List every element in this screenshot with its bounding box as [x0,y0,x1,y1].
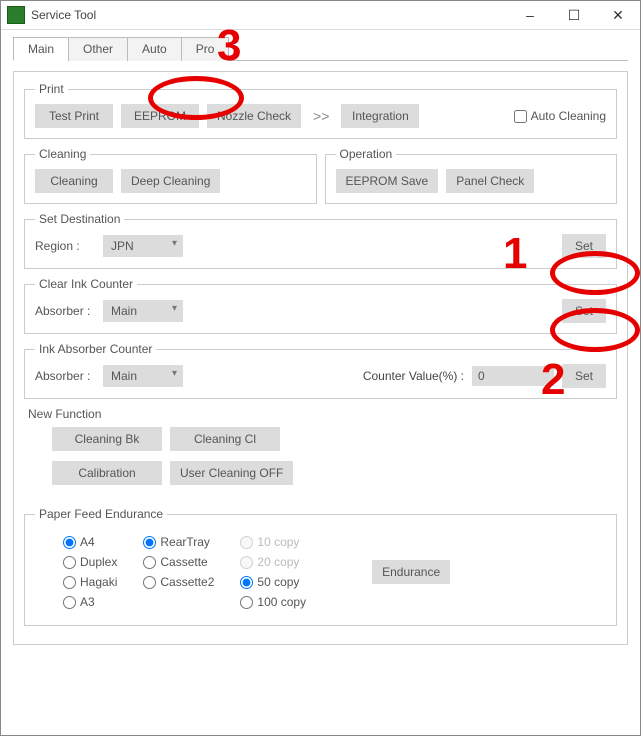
paper-feed-group: Paper Feed Endurance A4 Duplex Hagaki A3… [24,507,617,626]
tab-auto[interactable]: Auto [127,37,182,61]
tab-other[interactable]: Other [68,37,128,61]
print-group: Print Test Print EEPROM Nozzle Check >> … [24,82,617,139]
tray-column: RearTray Cassette Cassette2 [143,535,214,609]
auto-cleaning-input[interactable] [514,110,527,123]
clear-ink-legend: Clear Ink Counter [35,277,137,291]
counter-value-label: Counter Value(%) : [363,369,464,383]
auto-cleaning-label: Auto Cleaning [531,109,606,123]
tab-pro[interactable]: Pro [181,37,230,61]
window-controls: – ☐ ✕ [508,1,640,29]
window-title: Service Tool [31,8,508,22]
arrow-icon: >> [309,108,333,124]
close-button[interactable]: ✕ [596,1,640,29]
auto-cleaning-checkbox[interactable]: Auto Cleaning [514,109,606,123]
set-destination-legend: Set Destination [35,212,124,226]
ink-absorber-select[interactable]: Main [103,365,183,387]
radio-20copy[interactable]: 20 copy [240,555,306,569]
titlebar: Service Tool – ☐ ✕ [1,1,640,30]
radio-50copy[interactable]: 50 copy [240,575,306,589]
copies-column: 10 copy 20 copy 50 copy 100 copy [240,535,306,609]
radio-10copy[interactable]: 10 copy [240,535,306,549]
radio-a3[interactable]: A3 [63,595,117,609]
radio-a4[interactable]: A4 [63,535,117,549]
app-window: Service Tool – ☐ ✕ Main Other Auto Pro P… [0,0,641,736]
panel-check-button[interactable]: Panel Check [446,169,534,193]
cleaning-cl-button[interactable]: Cleaning Cl [170,427,280,451]
tab-main[interactable]: Main [13,37,69,61]
client-area: Main Other Auto Pro Print Test Print EEP… [1,30,640,657]
integration-button[interactable]: Integration [341,104,419,128]
clear-ink-absorber-label: Absorber : [35,304,95,318]
radio-hagaki[interactable]: Hagaki [63,575,117,589]
nozzle-check-button[interactable]: Nozzle Check [207,104,301,128]
calibration-button[interactable]: Calibration [52,461,162,485]
region-label: Region : [35,239,95,253]
new-function-group: New Function Cleaning Bk Cleaning Cl Cal… [24,407,617,499]
ink-absorber-group: Ink Absorber Counter Absorber : Main Cou… [24,342,617,399]
radio-duplex[interactable]: Duplex [63,555,117,569]
tab-strip: Main Other Auto Pro [13,36,628,61]
cleaning-legend: Cleaning [35,147,90,161]
deep-cleaning-button[interactable]: Deep Cleaning [121,169,220,193]
cleaning-button[interactable]: Cleaning [35,169,113,193]
counter-value-input[interactable] [472,366,554,386]
set-destination-set-button[interactable]: Set [562,234,606,258]
user-cleaning-off-button[interactable]: User Cleaning OFF [170,461,293,485]
app-icon [7,6,25,24]
eeprom-button[interactable]: EEPROM [121,104,199,128]
ink-absorber-label: Absorber : [35,369,95,383]
main-panel: Print Test Print EEPROM Nozzle Check >> … [13,71,628,645]
clear-ink-group: Clear Ink Counter Absorber : Main Set [24,277,617,334]
eeprom-save-button[interactable]: EEPROM Save [336,169,439,193]
new-function-title: New Function [28,407,613,421]
operation-legend: Operation [336,147,397,161]
print-legend: Print [35,82,68,96]
operation-group: Operation EEPROM Save Panel Check [325,147,618,204]
ink-absorber-legend: Ink Absorber Counter [35,342,156,356]
radio-cassette2[interactable]: Cassette2 [143,575,214,589]
radio-100copy[interactable]: 100 copy [240,595,306,609]
cleaning-group: Cleaning Cleaning Deep Cleaning [24,147,317,204]
endurance-button[interactable]: Endurance [372,560,450,584]
radio-reartray[interactable]: RearTray [143,535,214,549]
region-select[interactable]: JPN [103,235,183,257]
minimize-button[interactable]: – [508,1,552,29]
paper-size-column: A4 Duplex Hagaki A3 [63,535,117,609]
paper-feed-legend: Paper Feed Endurance [35,507,167,521]
set-destination-group: Set Destination Region : JPN Set [24,212,617,269]
radio-cassette[interactable]: Cassette [143,555,214,569]
maximize-button[interactable]: ☐ [552,1,596,29]
test-print-button[interactable]: Test Print [35,104,113,128]
ink-absorber-set-button[interactable]: Set [562,364,606,388]
cleaning-bk-button[interactable]: Cleaning Bk [52,427,162,451]
clear-ink-set-button[interactable]: Set [562,299,606,323]
clear-ink-absorber-select[interactable]: Main [103,300,183,322]
